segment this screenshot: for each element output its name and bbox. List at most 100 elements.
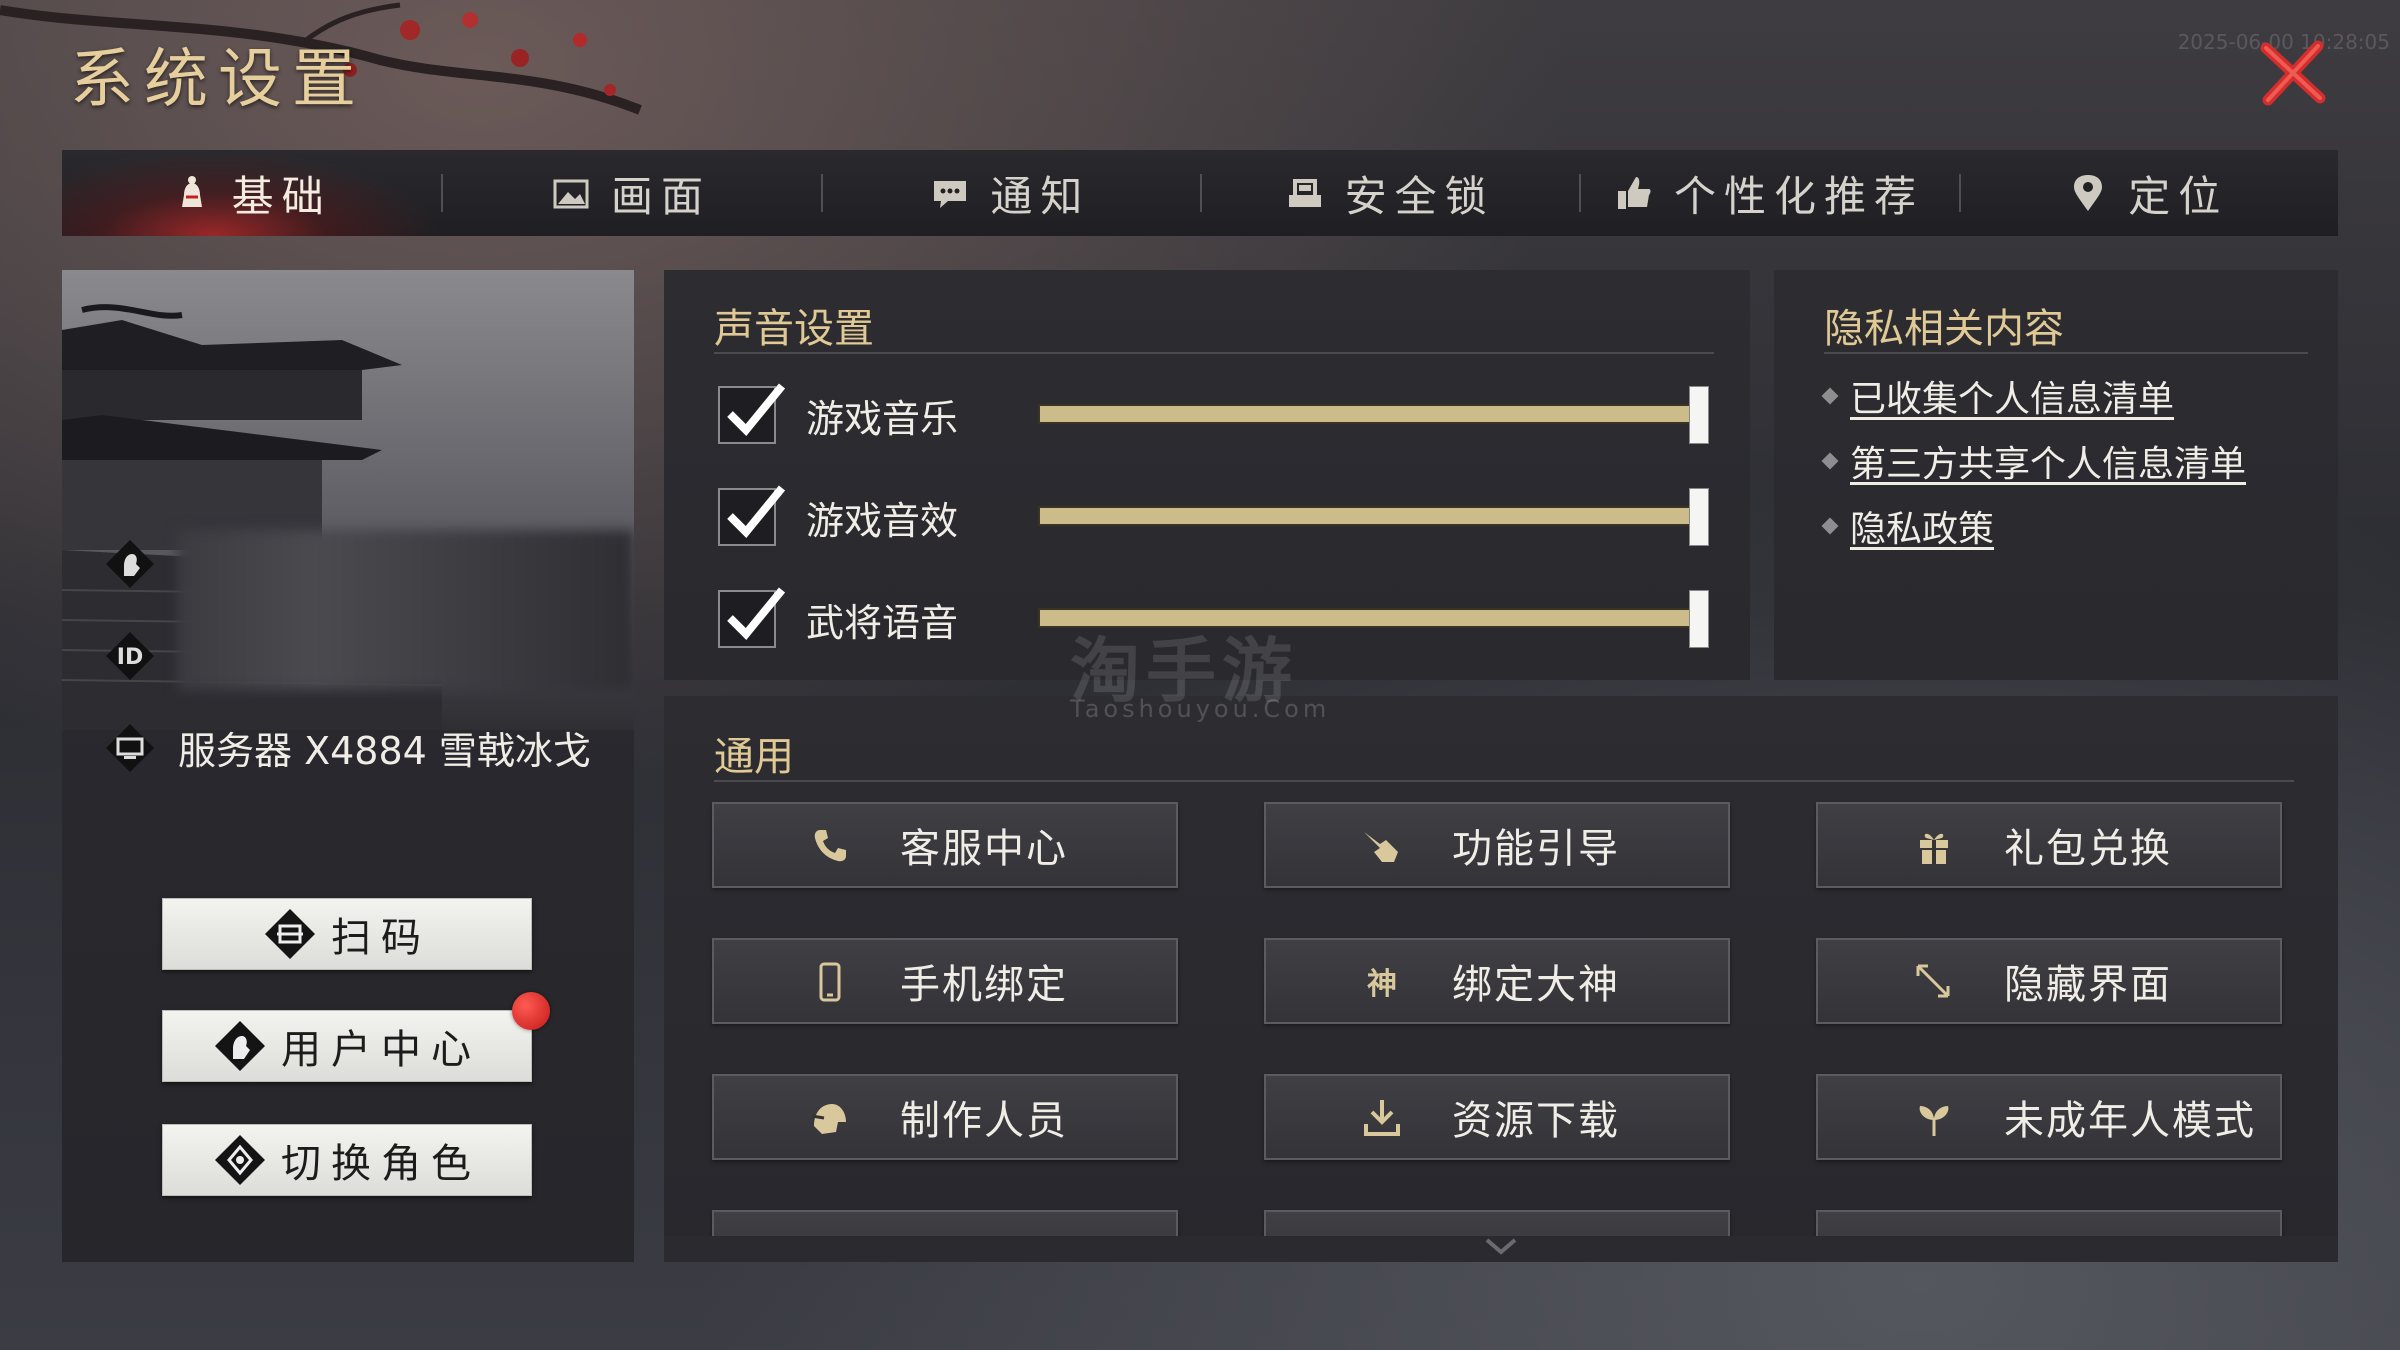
sfx-label: 游戏音效	[806, 498, 959, 543]
button-label: 绑定大神	[1452, 962, 1620, 1008]
chat-bubble-icon	[934, 181, 967, 208]
feature-guide-button[interactable]: 功能引导	[1264, 802, 1730, 888]
link-text: 隐私政策	[1850, 509, 1995, 550]
thumbs-up-icon	[1617, 177, 1651, 209]
pointing-hand-icon	[1364, 832, 1398, 862]
hand-bell-icon	[181, 176, 202, 207]
id-badge-icon: ID	[106, 632, 154, 680]
tab-security-lock[interactable]: 安全锁	[1199, 150, 1579, 236]
sound-settings-panel: 声音设置 游戏音乐 游戏音效 武将语音	[664, 270, 1750, 680]
button-label: 制作人员	[900, 1098, 1068, 1144]
mobile-phone-icon	[819, 962, 841, 1002]
third-party-info-link[interactable]: 第三方共享个人信息清单	[1821, 435, 2247, 487]
checkmark-icon	[727, 485, 786, 538]
tab-personalized[interactable]: 个性化推荐	[1579, 150, 1958, 236]
button-label: 客服中心	[900, 826, 1068, 872]
user-head-icon	[215, 1021, 265, 1071]
link-text: 已收集个人信息清单	[1850, 379, 2175, 420]
checkmark-icon	[727, 383, 786, 436]
switch-role-button[interactable]: 切换角色	[162, 1124, 532, 1196]
sound-section-title: 声音设置	[714, 306, 874, 352]
credits-button[interactable]: 制作人员	[712, 1074, 1178, 1160]
voice-label: 武将语音	[806, 600, 959, 645]
divider	[1824, 352, 2308, 354]
bullet	[1821, 517, 1839, 535]
tab-label: 安全锁	[1344, 171, 1495, 221]
gift-redeem-button[interactable]: 礼包兑换	[1816, 802, 2282, 888]
tab-display[interactable]: 画面	[441, 150, 820, 236]
scroll-down-indicator-icon[interactable]	[1481, 1236, 1521, 1256]
slider-handle[interactable]	[1689, 590, 1709, 648]
gift-icon	[1920, 833, 1948, 864]
download-icon	[1364, 1100, 1400, 1136]
collected-info-link[interactable]: 已收集个人信息清单	[1821, 370, 2175, 422]
divider	[714, 352, 1714, 354]
general-section-title: 通用	[714, 734, 794, 780]
helmet-icon	[811, 1104, 846, 1134]
button-label: 资源下载	[1452, 1098, 1620, 1144]
button-label: 功能引导	[1452, 826, 1620, 872]
role-switch-icon	[215, 1135, 265, 1185]
resize-arrows-icon	[1916, 964, 1950, 998]
tab-notify[interactable]: 通知	[820, 150, 1200, 236]
privacy-policy-link[interactable]: 隐私政策	[1821, 500, 1995, 552]
server-row: 服务器 X4884 雪戟冰戈	[104, 720, 591, 775]
music-volume-slider[interactable]	[1038, 386, 1709, 444]
character-name-redacted	[177, 530, 634, 690]
tab-location[interactable]: 定位	[1958, 150, 2338, 236]
button-label: 未成年人模式	[2004, 1098, 2256, 1144]
server-monitor-icon	[106, 723, 154, 772]
server-name: 服务器 X4884 雪戟冰戈	[178, 729, 591, 773]
tab-label: 基础	[231, 171, 332, 221]
scan-qr-button[interactable]: 扫码	[162, 898, 532, 970]
scan-label: 扫码	[331, 915, 431, 961]
sound-row-music: 游戏音乐	[718, 380, 1016, 450]
voice-volume-slider[interactable]	[1038, 590, 1709, 648]
checkmark-icon	[727, 587, 786, 640]
user-center-notification-dot	[512, 992, 550, 1030]
close-icon[interactable]	[2258, 38, 2328, 108]
tab-label: 通知	[990, 171, 1091, 221]
sfx-volume-slider[interactable]	[1038, 488, 1709, 546]
voice-checkbox[interactable]	[718, 587, 786, 648]
button-label: 礼包兑换	[2004, 826, 2172, 872]
music-checkbox[interactable]	[718, 383, 786, 444]
bullet	[1821, 387, 1839, 405]
tab-bar: 基础 画面 通知 安全锁 个性化推荐 定位	[62, 150, 2338, 236]
link-text: 第三方共享个人信息清单	[1850, 444, 2247, 485]
resource-download-button[interactable]: 资源下载	[1264, 1074, 1730, 1160]
privacy-section-title: 隐私相关内容	[1824, 306, 2064, 352]
tab-basic[interactable]: 基础	[62, 150, 442, 236]
tab-label: 个性化推荐	[1673, 171, 1924, 221]
sound-row-sfx: 游戏音效	[718, 482, 1016, 552]
location-pin-icon	[2074, 175, 2103, 211]
privacy-panel: 隐私相关内容 已收集个人信息清单 第三方共享个人信息清单 隐私政策	[1774, 270, 2338, 680]
picture-icon	[553, 179, 589, 209]
shen-glyph-icon: 神	[1367, 967, 1397, 1002]
tab-label: 画面	[610, 171, 711, 221]
bind-dashen-button[interactable]: 神 绑定大神	[1264, 938, 1730, 1024]
profile-panel: ID 服务器 X4884 雪戟冰戈 扫码 用户中心 切换角色	[62, 270, 634, 1262]
switch-role-label: 切换角色	[281, 1141, 481, 1187]
lock-icon	[1288, 179, 1321, 207]
bullet	[1821, 452, 1839, 470]
hide-ui-button[interactable]: 隐藏界面	[1816, 938, 2282, 1024]
page-title: 系统设置	[70, 43, 366, 117]
scan-icon	[265, 909, 315, 959]
slider-handle[interactable]	[1689, 386, 1709, 444]
phone-binding-button[interactable]: 手机绑定	[712, 938, 1178, 1024]
music-label: 游戏音乐	[806, 396, 959, 441]
minor-mode-button[interactable]: 未成年人模式	[1816, 1074, 2282, 1160]
sprout-icon	[1919, 1106, 1949, 1136]
customer-service-button[interactable]: 客服中心	[712, 802, 1178, 888]
user-center-label: 用户中心	[281, 1027, 481, 1073]
button-label: 手机绑定	[900, 962, 1068, 1008]
sound-row-voice: 武将语音	[718, 584, 1016, 654]
tab-label: 定位	[2128, 171, 2229, 221]
avatar-badge-icon	[106, 540, 154, 588]
sfx-checkbox[interactable]	[718, 485, 786, 546]
user-center-button[interactable]: 用户中心	[162, 1010, 532, 1082]
button-label: 隐藏界面	[2004, 962, 2172, 1008]
slider-handle[interactable]	[1689, 488, 1709, 546]
phone-icon	[814, 830, 846, 862]
